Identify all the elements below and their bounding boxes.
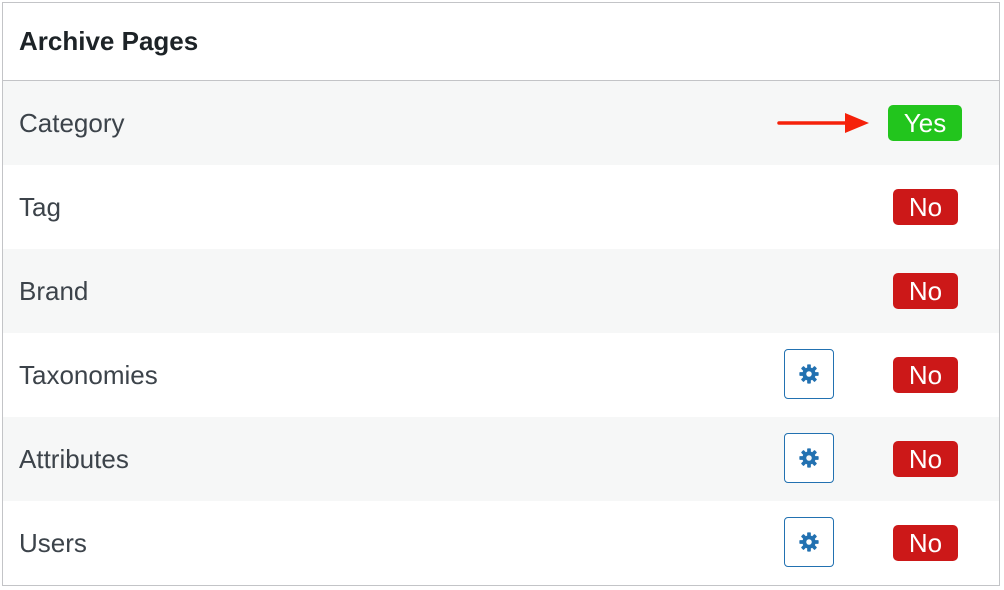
- row-label: Category: [19, 107, 125, 138]
- attributes-settings-button[interactable]: [784, 433, 834, 483]
- row-label: Tag: [19, 191, 61, 222]
- row-label: Brand: [19, 275, 89, 306]
- gear-icon: [799, 364, 819, 384]
- row-tag: Tag No: [3, 165, 999, 249]
- row-label: Taxonomies: [19, 359, 158, 390]
- status-toggle-taxonomies[interactable]: No: [893, 357, 958, 393]
- gear-icon: [799, 532, 819, 552]
- status-toggle-tag[interactable]: No: [893, 189, 958, 225]
- gear-icon: [799, 448, 819, 468]
- status-toggle-attributes[interactable]: No: [893, 441, 958, 477]
- row-label: Users: [19, 527, 87, 558]
- panel-header: Archive Pages: [3, 3, 999, 81]
- archive-pages-panel: Archive Pages Category Yes Tag No Brand …: [2, 2, 1000, 586]
- row-category: Category Yes: [3, 81, 999, 165]
- panel-title: Archive Pages: [19, 26, 199, 56]
- row-taxonomies: Taxonomies No: [3, 333, 999, 417]
- row-brand: Brand No: [3, 249, 999, 333]
- status-toggle-brand[interactable]: No: [893, 273, 958, 309]
- status-toggle-users[interactable]: No: [893, 525, 958, 561]
- users-settings-button[interactable]: [784, 517, 834, 567]
- row-attributes: Attributes No: [3, 417, 999, 501]
- status-toggle-category[interactable]: Yes: [888, 105, 962, 141]
- row-users: Users No: [3, 501, 999, 585]
- arrow-right-icon: [777, 113, 869, 133]
- taxonomies-settings-button[interactable]: [784, 349, 834, 399]
- row-label: Attributes: [19, 443, 129, 474]
